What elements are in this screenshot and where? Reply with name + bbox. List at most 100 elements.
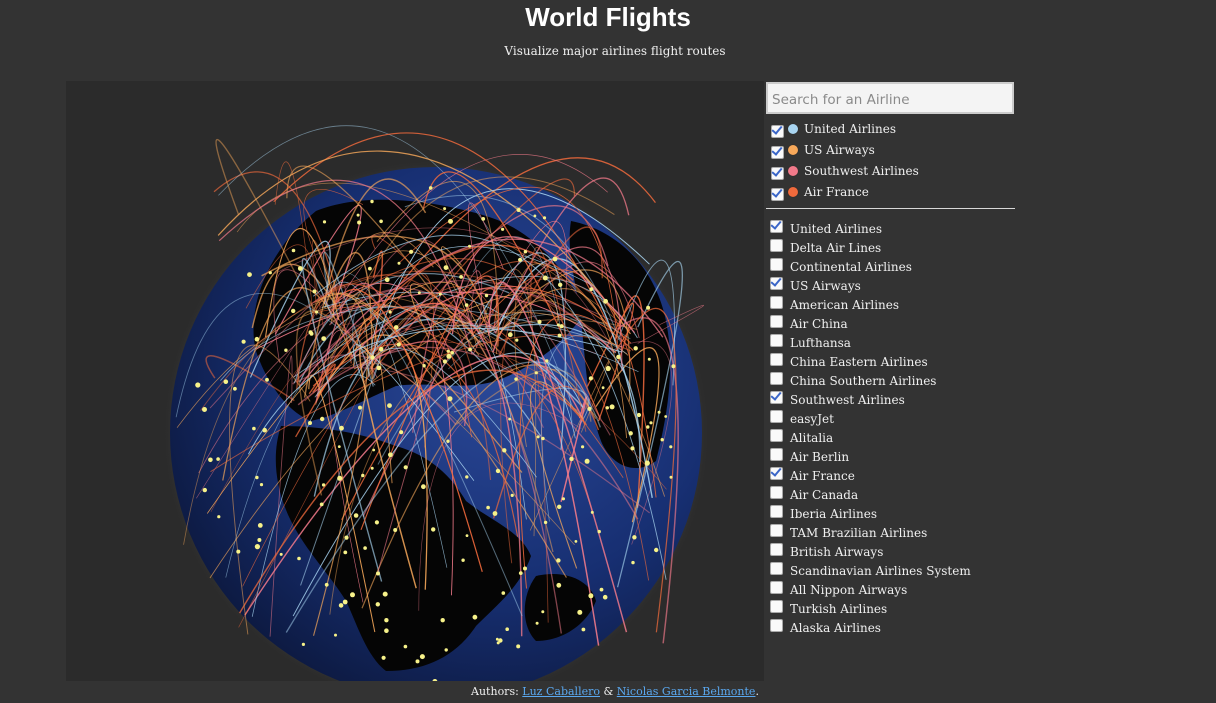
author-link-luz[interactable]: Luz Caballero bbox=[522, 685, 600, 698]
selected-airline-checkbox[interactable] bbox=[771, 188, 784, 201]
airline-list-item[interactable]: China Southern Airlines bbox=[766, 371, 1016, 390]
airport-dot bbox=[241, 339, 246, 344]
airline-list-item[interactable]: China Eastern Airlines bbox=[766, 352, 1016, 371]
airport-dot bbox=[443, 207, 447, 211]
airline-list-item[interactable]: United Airlines bbox=[766, 219, 1016, 238]
airline-label: Air Berlin bbox=[790, 449, 850, 464]
airport-dot bbox=[257, 523, 263, 528]
airline-checkbox[interactable] bbox=[770, 619, 783, 632]
selected-airline-item[interactable]: US Airways bbox=[766, 139, 1016, 160]
airport-dot bbox=[533, 214, 537, 218]
selected-airline-item[interactable]: United Airlines bbox=[766, 118, 1016, 139]
airline-list-item[interactable]: Scandinavian Airlines System bbox=[766, 561, 1016, 580]
airline-list-item[interactable]: US Airways bbox=[766, 276, 1016, 295]
airport-dot bbox=[370, 355, 375, 360]
airline-list-item[interactable]: Southwest Airlines bbox=[766, 390, 1016, 409]
selected-airline-label: US Airways bbox=[804, 142, 875, 157]
airport-dot bbox=[569, 456, 574, 462]
airline-checkbox[interactable] bbox=[770, 220, 783, 233]
airline-checkbox[interactable] bbox=[770, 429, 783, 442]
airline-checkbox[interactable] bbox=[770, 277, 783, 290]
airline-checkbox[interactable] bbox=[770, 486, 783, 499]
airline-checkbox[interactable] bbox=[770, 600, 783, 613]
author-link-nicolas[interactable]: Nicolas Garcia Belmonte bbox=[617, 685, 756, 698]
airport-dot bbox=[374, 520, 379, 525]
airline-checkbox[interactable] bbox=[770, 524, 783, 537]
selected-airline-item[interactable]: Southwest Airlines bbox=[766, 160, 1016, 181]
airport-dot bbox=[495, 637, 499, 641]
airline-checkbox[interactable] bbox=[770, 581, 783, 594]
airport-dot bbox=[602, 594, 608, 600]
selected-airline-checkbox[interactable] bbox=[771, 167, 784, 180]
globe-visualization[interactable] bbox=[66, 81, 764, 681]
airport-dot bbox=[507, 332, 513, 338]
airline-checkbox[interactable] bbox=[770, 543, 783, 556]
airline-label: China Southern Airlines bbox=[790, 373, 937, 388]
airport-dot bbox=[376, 571, 380, 576]
airport-dot bbox=[633, 346, 638, 351]
airport-dot bbox=[669, 445, 673, 449]
airline-checkbox[interactable] bbox=[770, 239, 783, 252]
airport-dot bbox=[291, 308, 296, 314]
airline-checkbox[interactable] bbox=[770, 353, 783, 366]
airline-label: Turkish Airlines bbox=[790, 601, 888, 616]
airline-list-item[interactable]: Alaska Airlines bbox=[766, 618, 1016, 637]
airline-list-item[interactable]: Air China bbox=[766, 314, 1016, 333]
airline-list-item[interactable]: All Nippon Airways bbox=[766, 580, 1016, 599]
airline-checkbox[interactable] bbox=[770, 448, 783, 461]
airport-dot bbox=[370, 466, 374, 470]
airline-list-item[interactable]: Air Berlin bbox=[766, 447, 1016, 466]
airport-dot bbox=[223, 379, 229, 385]
airline-checkbox[interactable] bbox=[770, 372, 783, 385]
airline-search-input[interactable] bbox=[766, 82, 1014, 114]
airline-checkbox[interactable] bbox=[770, 334, 783, 347]
selected-airline-item[interactable]: Air France bbox=[766, 181, 1016, 202]
airline-checkbox[interactable] bbox=[770, 562, 783, 575]
airline-list-item[interactable]: American Airlines bbox=[766, 295, 1016, 314]
airline-list-item[interactable]: Alitalia bbox=[766, 428, 1016, 447]
airline-list-item[interactable]: easyJet bbox=[766, 409, 1016, 428]
airline-list-item[interactable]: Air Canada bbox=[766, 485, 1016, 504]
airline-list-item[interactable]: TAM Brazilian Airlines bbox=[766, 523, 1016, 542]
airport-dot bbox=[291, 248, 296, 253]
airline-label: United Airlines bbox=[790, 221, 883, 236]
airline-list-item[interactable]: Air France bbox=[766, 466, 1016, 485]
airline-checkbox[interactable] bbox=[770, 467, 783, 480]
airport-dot bbox=[636, 412, 642, 418]
airport-dot bbox=[552, 256, 558, 262]
airport-dot bbox=[202, 407, 207, 412]
airline-list-item[interactable]: Iberia Airlines bbox=[766, 504, 1016, 523]
airport-dot bbox=[319, 502, 324, 507]
airport-dot bbox=[321, 336, 327, 341]
airport-dot bbox=[523, 250, 528, 254]
airline-checkbox[interactable] bbox=[770, 315, 783, 328]
airport-dot bbox=[508, 417, 511, 421]
airport-dot bbox=[339, 425, 344, 431]
airport-dot bbox=[422, 364, 426, 368]
selected-airline-checkbox[interactable] bbox=[771, 146, 784, 159]
airline-checkbox[interactable] bbox=[770, 410, 783, 423]
airport-dot bbox=[646, 305, 651, 310]
globe-canvas[interactable] bbox=[66, 81, 764, 681]
airline-checkbox[interactable] bbox=[770, 296, 783, 309]
airline-checkbox[interactable] bbox=[770, 258, 783, 271]
airline-checkbox-list[interactable]: United Airlines Delta Air Lines Continenta… bbox=[766, 219, 1016, 651]
airport-dot bbox=[254, 544, 260, 550]
airline-label: easyJet bbox=[790, 411, 834, 426]
airport-dot bbox=[516, 644, 521, 649]
airport-dot bbox=[308, 330, 313, 335]
airline-list-item[interactable]: British Airways bbox=[766, 542, 1016, 561]
airline-list-item[interactable]: Delta Air Lines bbox=[766, 238, 1016, 257]
airline-list-item[interactable]: Lufthansa bbox=[766, 333, 1016, 352]
airline-list-item[interactable]: Continental Airlines bbox=[766, 257, 1016, 276]
selected-airline-checkbox[interactable] bbox=[771, 125, 784, 138]
airport-dot bbox=[393, 528, 398, 532]
panel-divider bbox=[766, 208, 1015, 209]
airline-checkbox[interactable] bbox=[770, 391, 783, 404]
airport-dot bbox=[421, 484, 426, 490]
airline-list-item[interactable]: Turkish Airlines bbox=[766, 599, 1016, 618]
airport-dot bbox=[498, 638, 503, 643]
airport-dot bbox=[484, 293, 489, 298]
airport-dot bbox=[353, 513, 359, 518]
airline-checkbox[interactable] bbox=[770, 505, 783, 518]
